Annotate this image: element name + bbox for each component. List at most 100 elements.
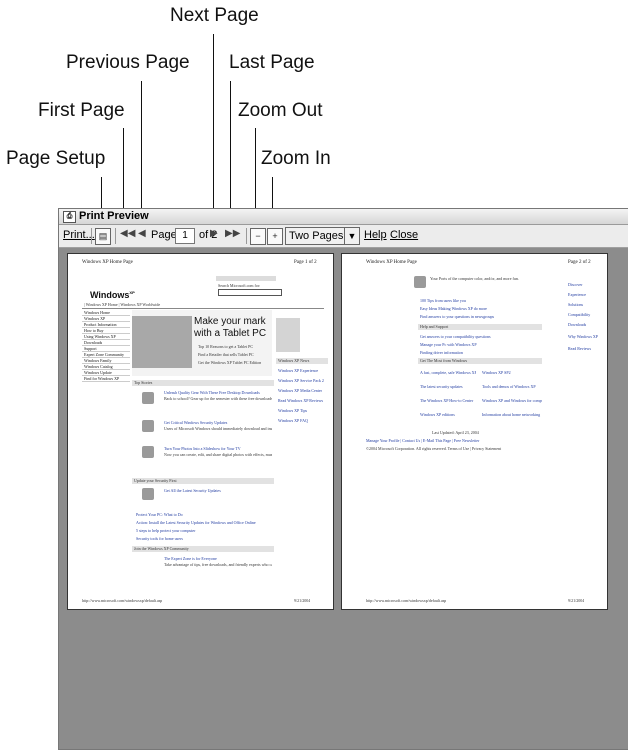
- page1-side-ad: [276, 318, 300, 352]
- story-body: Back to school? Gear up for the semester…: [164, 396, 272, 401]
- preview-page-1: Windows XP Home Page Page 1 of 2 Search …: [67, 253, 334, 610]
- toolbar: Print... ▤ ◀◀ ◀ Page 1 of 2 ▶ ▶▶ − + Two…: [59, 225, 628, 248]
- community-heading: Join the Windows XP Community: [132, 546, 274, 552]
- page2-link[interactable]: Find answers to your questions in newsgr…: [420, 314, 540, 319]
- page2-col2-link[interactable]: Tools and demos of Windows XP: [482, 384, 542, 389]
- page1-header-left: Windows XP Home Page: [82, 260, 133, 265]
- page2-side-link[interactable]: Solutions: [568, 302, 604, 307]
- page2-link[interactable]: Finding driver information: [420, 350, 540, 355]
- page2-copyright: ©2004 Microsoft Corporation. All rights …: [366, 446, 502, 451]
- side-link[interactable]: Windows XP Experience: [278, 368, 326, 373]
- page-label: Page: [151, 229, 177, 241]
- toolbar-separator: [115, 228, 116, 244]
- page2-header-left: Windows XP Home Page: [366, 260, 417, 265]
- page2-side-link[interactable]: Read Reviews: [568, 346, 604, 351]
- first-page-icon[interactable]: ◀◀: [120, 228, 135, 239]
- page2-side-link[interactable]: Discover: [568, 282, 604, 287]
- community-title[interactable]: The Expert Zone is for Everyone: [164, 556, 272, 561]
- print-preview-window: ⎙ Print Preview Print... ▤ ◀◀ ◀ Page 1 o…: [58, 208, 628, 750]
- callout-zoom-out: Zoom Out: [238, 100, 323, 121]
- close-button[interactable]: Close: [390, 229, 418, 241]
- page2-col1-link[interactable]: The latest security updates: [420, 384, 476, 389]
- page1-footer-left: http://www.microsoft.com/windowsxp/defau…: [82, 598, 163, 603]
- page1-search-input: [218, 289, 282, 296]
- story-body: Now you can create, edit, and share digi…: [164, 452, 272, 457]
- page1-logo: WindowsXP: [90, 290, 135, 300]
- zoom-select[interactable]: Two Pages: [285, 227, 346, 245]
- toolbar-separator: [246, 228, 247, 244]
- window-title: Print Preview: [79, 210, 149, 222]
- page2-link[interactable]: Get answers to your compatibility questi…: [420, 334, 540, 339]
- page1-logo-text: Windows: [90, 290, 130, 300]
- page1-footer-right: 9/21/2004: [294, 598, 311, 603]
- previous-page-icon[interactable]: ◀: [138, 228, 146, 239]
- side-heading: Windows XP News: [276, 358, 328, 364]
- page2-col1-link[interactable]: Windows XP editions: [420, 412, 476, 417]
- page2-link[interactable]: Easy Ideas Making Windows XP do more: [420, 306, 540, 311]
- page1-breadcrumb: | Windows XP Home | Windows XP Worldwide: [82, 302, 324, 309]
- page-number-input[interactable]: 1: [175, 228, 195, 244]
- page2-footer-links[interactable]: Manage Your Profile | Contact Us | E-Mai…: [366, 438, 546, 443]
- story-title[interactable]: Get Critical Windows Security Updates: [164, 420, 272, 425]
- computer-icon: [414, 276, 426, 288]
- page1-search-label: Search Microsoft.com for:: [218, 283, 261, 288]
- community-body: Take advantage of tips, free downloads, …: [164, 562, 272, 567]
- security-title[interactable]: Get All the Latest Security Updates: [164, 488, 272, 493]
- leader-last-page: [230, 81, 231, 223]
- security-link[interactable]: Protect Your PC: What to Do: [136, 512, 272, 517]
- zoom-in-icon[interactable]: +: [267, 228, 283, 245]
- next-page-icon[interactable]: ▶: [210, 228, 218, 239]
- side-link[interactable]: Windows XP Tips: [278, 408, 326, 413]
- page2-link[interactable]: 100 Tips from users like you: [420, 298, 540, 303]
- story-title[interactable]: Unleash Quality Gear With These Free Des…: [164, 390, 272, 395]
- story-body: Users of Microsoft Windows should immedi…: [164, 426, 272, 431]
- zoom-out-icon[interactable]: −: [250, 228, 266, 245]
- security-link[interactable]: Action: Install the Latest Security Upda…: [136, 520, 272, 525]
- page2-updated: Last Updated: April 23, 2004: [432, 430, 479, 435]
- page1-logo-sup: XP: [129, 290, 135, 295]
- security-link[interactable]: Security tools for home users: [136, 536, 272, 541]
- callout-page-setup: Page Setup: [6, 148, 106, 169]
- callout-next-page: Next Page: [170, 5, 259, 26]
- side-link[interactable]: Windows XP FAQ: [278, 418, 326, 423]
- page2-side-link[interactable]: Why Windows XP: [568, 334, 604, 339]
- chevron-down-icon[interactable]: ▼: [344, 227, 360, 245]
- side-link[interactable]: Windows XP Media Center: [278, 388, 326, 393]
- page2-col2-link[interactable]: Information about home networking: [482, 412, 542, 417]
- callout-zoom-in: Zoom In: [261, 148, 331, 169]
- page2-col2-link[interactable]: Windows XP and Windows for computers: [482, 398, 542, 403]
- page2-link[interactable]: Manage your Pc with Windows XP: [420, 342, 540, 347]
- banner-item[interactable]: Top 10 Reasons to get a Tablet PC: [198, 344, 253, 349]
- page1-banner: Make your mark with a Tablet PC Top 10 R…: [132, 310, 272, 376]
- page2-footer-right: 9/21/2004: [568, 598, 585, 603]
- page1-search-box: [216, 276, 276, 281]
- help-button[interactable]: Help: [364, 229, 387, 241]
- page2-side-link[interactable]: Experience: [568, 292, 604, 297]
- side-link[interactable]: Read Windows XP Reviews: [278, 398, 326, 403]
- toolbar-separator: [91, 228, 92, 244]
- last-page-icon[interactable]: ▶▶: [225, 228, 240, 239]
- person-icon: [142, 392, 154, 404]
- page2-heading-b: Get The Most from Windows: [418, 358, 542, 364]
- nav-item[interactable]: Find for Windows XP: [82, 376, 130, 382]
- page2-col1-link[interactable]: The Windows XP How-to Center: [420, 398, 476, 403]
- banner-item[interactable]: Get the Windows XP Tablet PC Edition: [198, 360, 261, 365]
- banner-item[interactable]: Find a Retailer that sells Tablet PC: [198, 352, 254, 357]
- callout-last-page: Last Page: [229, 52, 315, 73]
- story-title[interactable]: Turn Your Photos Into a Slideshow for Yo…: [164, 446, 272, 451]
- page2-heading-a: Help and Support: [418, 324, 542, 330]
- page2-header-right: Page 2 of 2: [568, 260, 591, 265]
- page2-col1-link[interactable]: A fast, complete, safe Windows XP: [420, 370, 476, 375]
- page2-side-link[interactable]: Downloads: [568, 322, 604, 327]
- preview-page-2: Windows XP Home Page Page 2 of 2 Your Po…: [341, 253, 608, 610]
- page2-side-link[interactable]: Compatibility: [568, 312, 604, 317]
- callout-previous-page: Previous Page: [66, 52, 190, 73]
- photo-icon: [142, 446, 154, 458]
- page2-col2-link[interactable]: Windows XP SP2: [482, 370, 542, 375]
- security-icon: [142, 420, 154, 432]
- security-link[interactable]: 5 steps to help protect your computer: [136, 528, 272, 533]
- tablet-pc-image: [132, 316, 192, 368]
- side-link[interactable]: Windows XP Service Pack 2: [278, 378, 326, 383]
- callout-first-page: First Page: [38, 100, 125, 121]
- page-setup-icon[interactable]: ▤: [95, 228, 111, 245]
